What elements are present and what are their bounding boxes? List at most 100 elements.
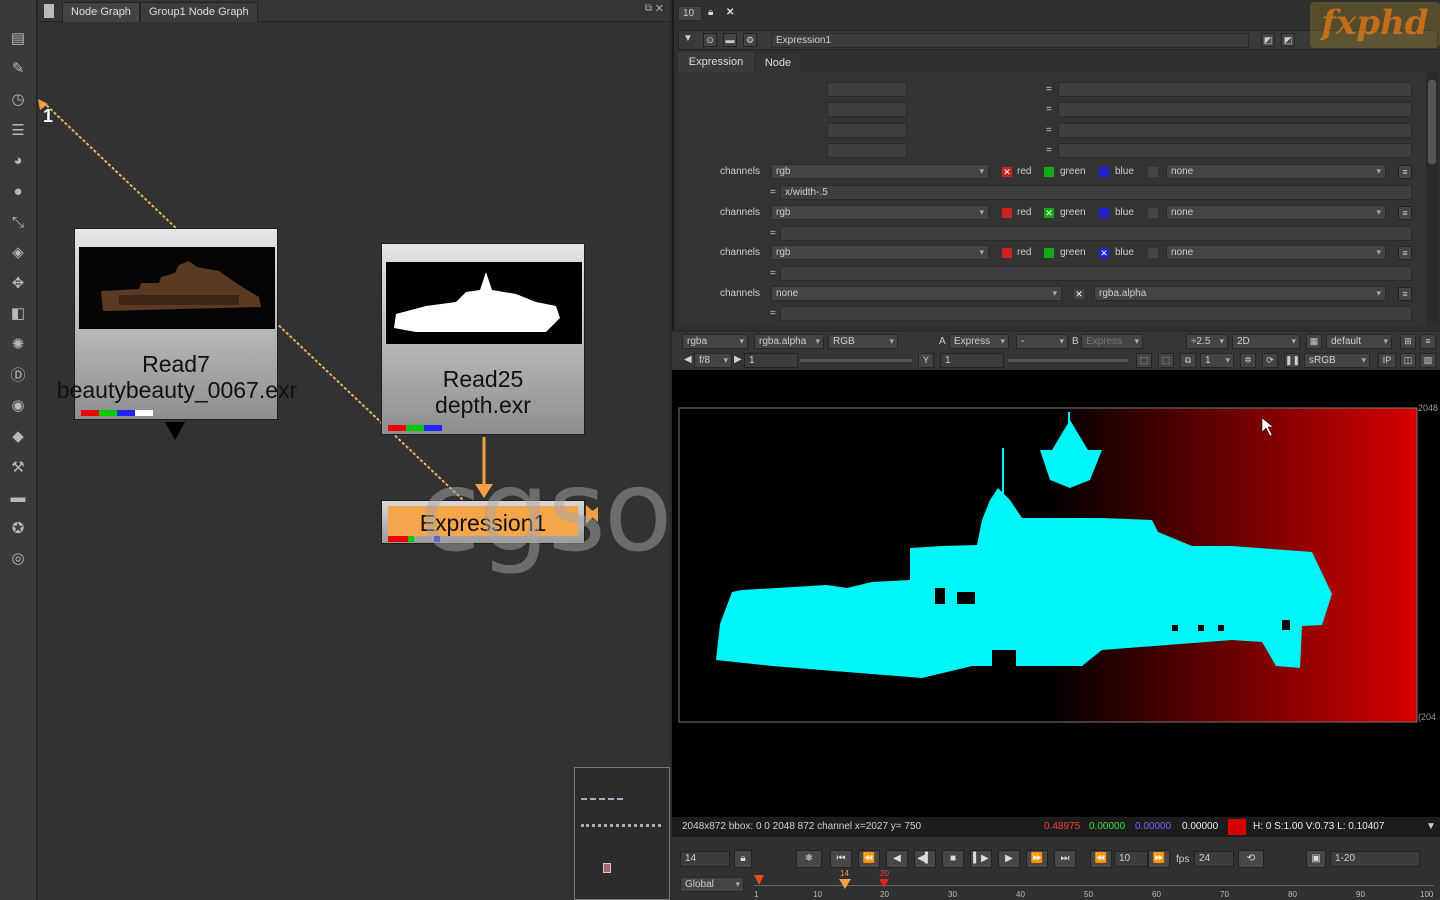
settings-icon[interactable]: ⚙: [743, 33, 757, 47]
viewer-channels-dropdown[interactable]: rgba: [682, 334, 748, 349]
gain-field[interactable]: 1: [744, 353, 798, 368]
temp-expr-4[interactable]: [1058, 143, 1412, 158]
expr-field-2[interactable]: [780, 266, 1412, 281]
render-icon[interactable]: ✲: [1240, 353, 1256, 368]
image-icon[interactable]: ▤: [8, 28, 28, 48]
tab-expression[interactable]: Expression: [678, 52, 754, 72]
range-mode-icon[interactable]: ▣: [1306, 850, 1326, 868]
red-checkbox-1[interactable]: [1002, 208, 1012, 218]
paint-icon[interactable]: ▦: [1306, 334, 1322, 349]
temp-name-2[interactable]: [827, 102, 907, 117]
region-icon[interactable]: ⬚: [1158, 353, 1174, 368]
in-point-marker[interactable]: [754, 875, 764, 885]
global-range-dropdown[interactable]: Global: [680, 877, 744, 892]
views-icon[interactable]: ◉: [8, 395, 28, 415]
properties-scrollbar[interactable]: [1426, 72, 1438, 322]
pause-icon[interactable]: ❚❚: [1284, 353, 1300, 368]
expression1-node[interactable]: Expression1: [381, 500, 585, 544]
furnace-icon[interactable]: ✪: [8, 518, 28, 538]
redo-icon[interactable]: ◩: [1281, 33, 1295, 47]
gain-next-icon[interactable]: ▶: [734, 354, 742, 365]
tab-node[interactable]: Node: [756, 54, 800, 72]
prev-frame-button[interactable]: ◀: [886, 850, 908, 868]
prev-keyframe-button[interactable]: ⏪: [858, 850, 880, 868]
roi-icon[interactable]: ⬚: [1136, 353, 1152, 368]
red-checkbox-2[interactable]: [1002, 248, 1012, 258]
playhead[interactable]: [839, 879, 851, 889]
collapse-icon[interactable]: ▼: [683, 33, 693, 44]
channels-dropdown-3[interactable]: none: [771, 286, 1062, 301]
channels-dropdown-0[interactable]: rgb: [771, 164, 989, 179]
expr-menu-icon-1[interactable]: ≡: [1398, 206, 1412, 220]
pane-menu-icon[interactable]: [44, 4, 54, 18]
expr-menu-icon-0[interactable]: ≡: [1398, 165, 1412, 179]
red-checkbox-0[interactable]: ✕: [1002, 167, 1012, 177]
refresh-icon[interactable]: ⟳: [1262, 353, 1278, 368]
next-frame-button[interactable]: ▶: [998, 850, 1020, 868]
fstop-dropdown[interactable]: f/8: [694, 353, 732, 368]
blue-checkbox-1[interactable]: [1099, 208, 1109, 218]
colorspace-dropdown[interactable]: sRGB: [1304, 353, 1370, 368]
transform-icon[interactable]: ✥: [8, 273, 28, 293]
loop-mode-icon[interactable]: ⟲: [1238, 850, 1264, 868]
out-point-marker[interactable]: [879, 879, 889, 888]
clear-panels-icon[interactable]: ✕: [726, 7, 734, 18]
gamma-field[interactable]: 1: [940, 353, 1004, 368]
gamma-slider[interactable]: [1008, 359, 1128, 362]
expr-field-3[interactable]: [780, 306, 1412, 321]
green-checkbox-1[interactable]: ✕: [1044, 208, 1054, 218]
navigator-minimap[interactable]: [574, 767, 670, 900]
expr-field-1[interactable]: [780, 226, 1412, 241]
clip-warning-icon[interactable]: ◫: [1400, 353, 1416, 368]
extra-checkbox-2[interactable]: [1148, 248, 1158, 258]
keyer-icon[interactable]: ⤡: [8, 212, 28, 232]
last-frame-button[interactable]: ⏭: [1054, 850, 1076, 868]
3d-icon[interactable]: ◧: [8, 303, 28, 323]
color-icon[interactable]: ◕: [8, 150, 28, 170]
temp-name-4[interactable]: [827, 143, 907, 158]
play-backward-button[interactable]: ◀▍: [914, 850, 936, 868]
node-graph-canvas[interactable]: 1 Read7 beautybeauty_0067.exr Read25 dep…: [38, 22, 670, 900]
other-icon[interactable]: ▬: [8, 487, 28, 507]
extra-checkbox-0[interactable]: [1148, 167, 1158, 177]
alpha-channel-dropdown-3[interactable]: rgba.alpha: [1094, 286, 1386, 301]
green-checkbox-0[interactable]: [1044, 167, 1054, 177]
channels-dropdown-1[interactable]: rgb: [771, 205, 989, 220]
viewer-alpha-dropdown[interactable]: rgba.alpha: [754, 334, 824, 349]
extra-channel-dropdown-2[interactable]: none: [1166, 245, 1386, 260]
current-frame-field[interactable]: 14: [680, 851, 730, 867]
extra-channel-dropdown-0[interactable]: none: [1166, 164, 1386, 179]
first-frame-button[interactable]: ⏮: [830, 850, 852, 868]
expr-menu-icon-3[interactable]: ≡: [1398, 287, 1412, 301]
filter-icon[interactable]: ●: [8, 181, 28, 201]
temp-expr-2[interactable]: [1058, 102, 1412, 117]
alpha-checkbox-3[interactable]: ✕: [1074, 289, 1084, 299]
info-menu-icon[interactable]: ▼: [1426, 817, 1436, 837]
draw-icon[interactable]: ✎: [8, 58, 28, 78]
blue-checkbox-0[interactable]: [1099, 167, 1109, 177]
play-forward-button[interactable]: ▍▶: [970, 850, 992, 868]
input-b-dropdown[interactable]: Express: [1081, 334, 1143, 349]
lock-icon[interactable]: 🔒︎: [708, 7, 713, 18]
close-pane-icon[interactable]: ✕: [655, 2, 664, 15]
wipe-op-dropdown[interactable]: -: [1016, 334, 1068, 349]
frame-step-field[interactable]: 10: [1114, 851, 1148, 867]
extra-checkbox-1[interactable]: [1148, 208, 1158, 218]
node-name-field[interactable]: Expression1: [771, 33, 1249, 48]
temp-expr-1[interactable]: [1058, 82, 1412, 97]
channel-icon[interactable]: ☰: [8, 120, 28, 140]
green-checkbox-2[interactable]: [1044, 248, 1054, 258]
read7-node[interactable]: Read7 beautybeauty_0067.exr: [57, 228, 297, 420]
skip-back-button[interactable]: ⏪: [1090, 850, 1112, 868]
blue-checkbox-2[interactable]: ✕: [1099, 248, 1109, 258]
snowflake-icon[interactable]: ❄: [796, 850, 822, 868]
downscale-dropdown[interactable]: ÷2.5: [1186, 334, 1228, 349]
deep-icon[interactable]: Ⓓ: [8, 364, 28, 384]
fps-field[interactable]: 24: [1194, 851, 1234, 867]
timeline-ruler[interactable]: 1 10 20 30 40 50 60 70 80 90 100: [754, 885, 1434, 899]
temp-name-3[interactable]: [827, 123, 907, 138]
tab-group1-node-graph[interactable]: Group1 Node Graph: [140, 2, 258, 22]
minimap-viewport[interactable]: [603, 863, 611, 873]
lut-dropdown[interactable]: default: [1326, 334, 1392, 349]
gain-prev-icon[interactable]: ◀: [684, 354, 692, 365]
